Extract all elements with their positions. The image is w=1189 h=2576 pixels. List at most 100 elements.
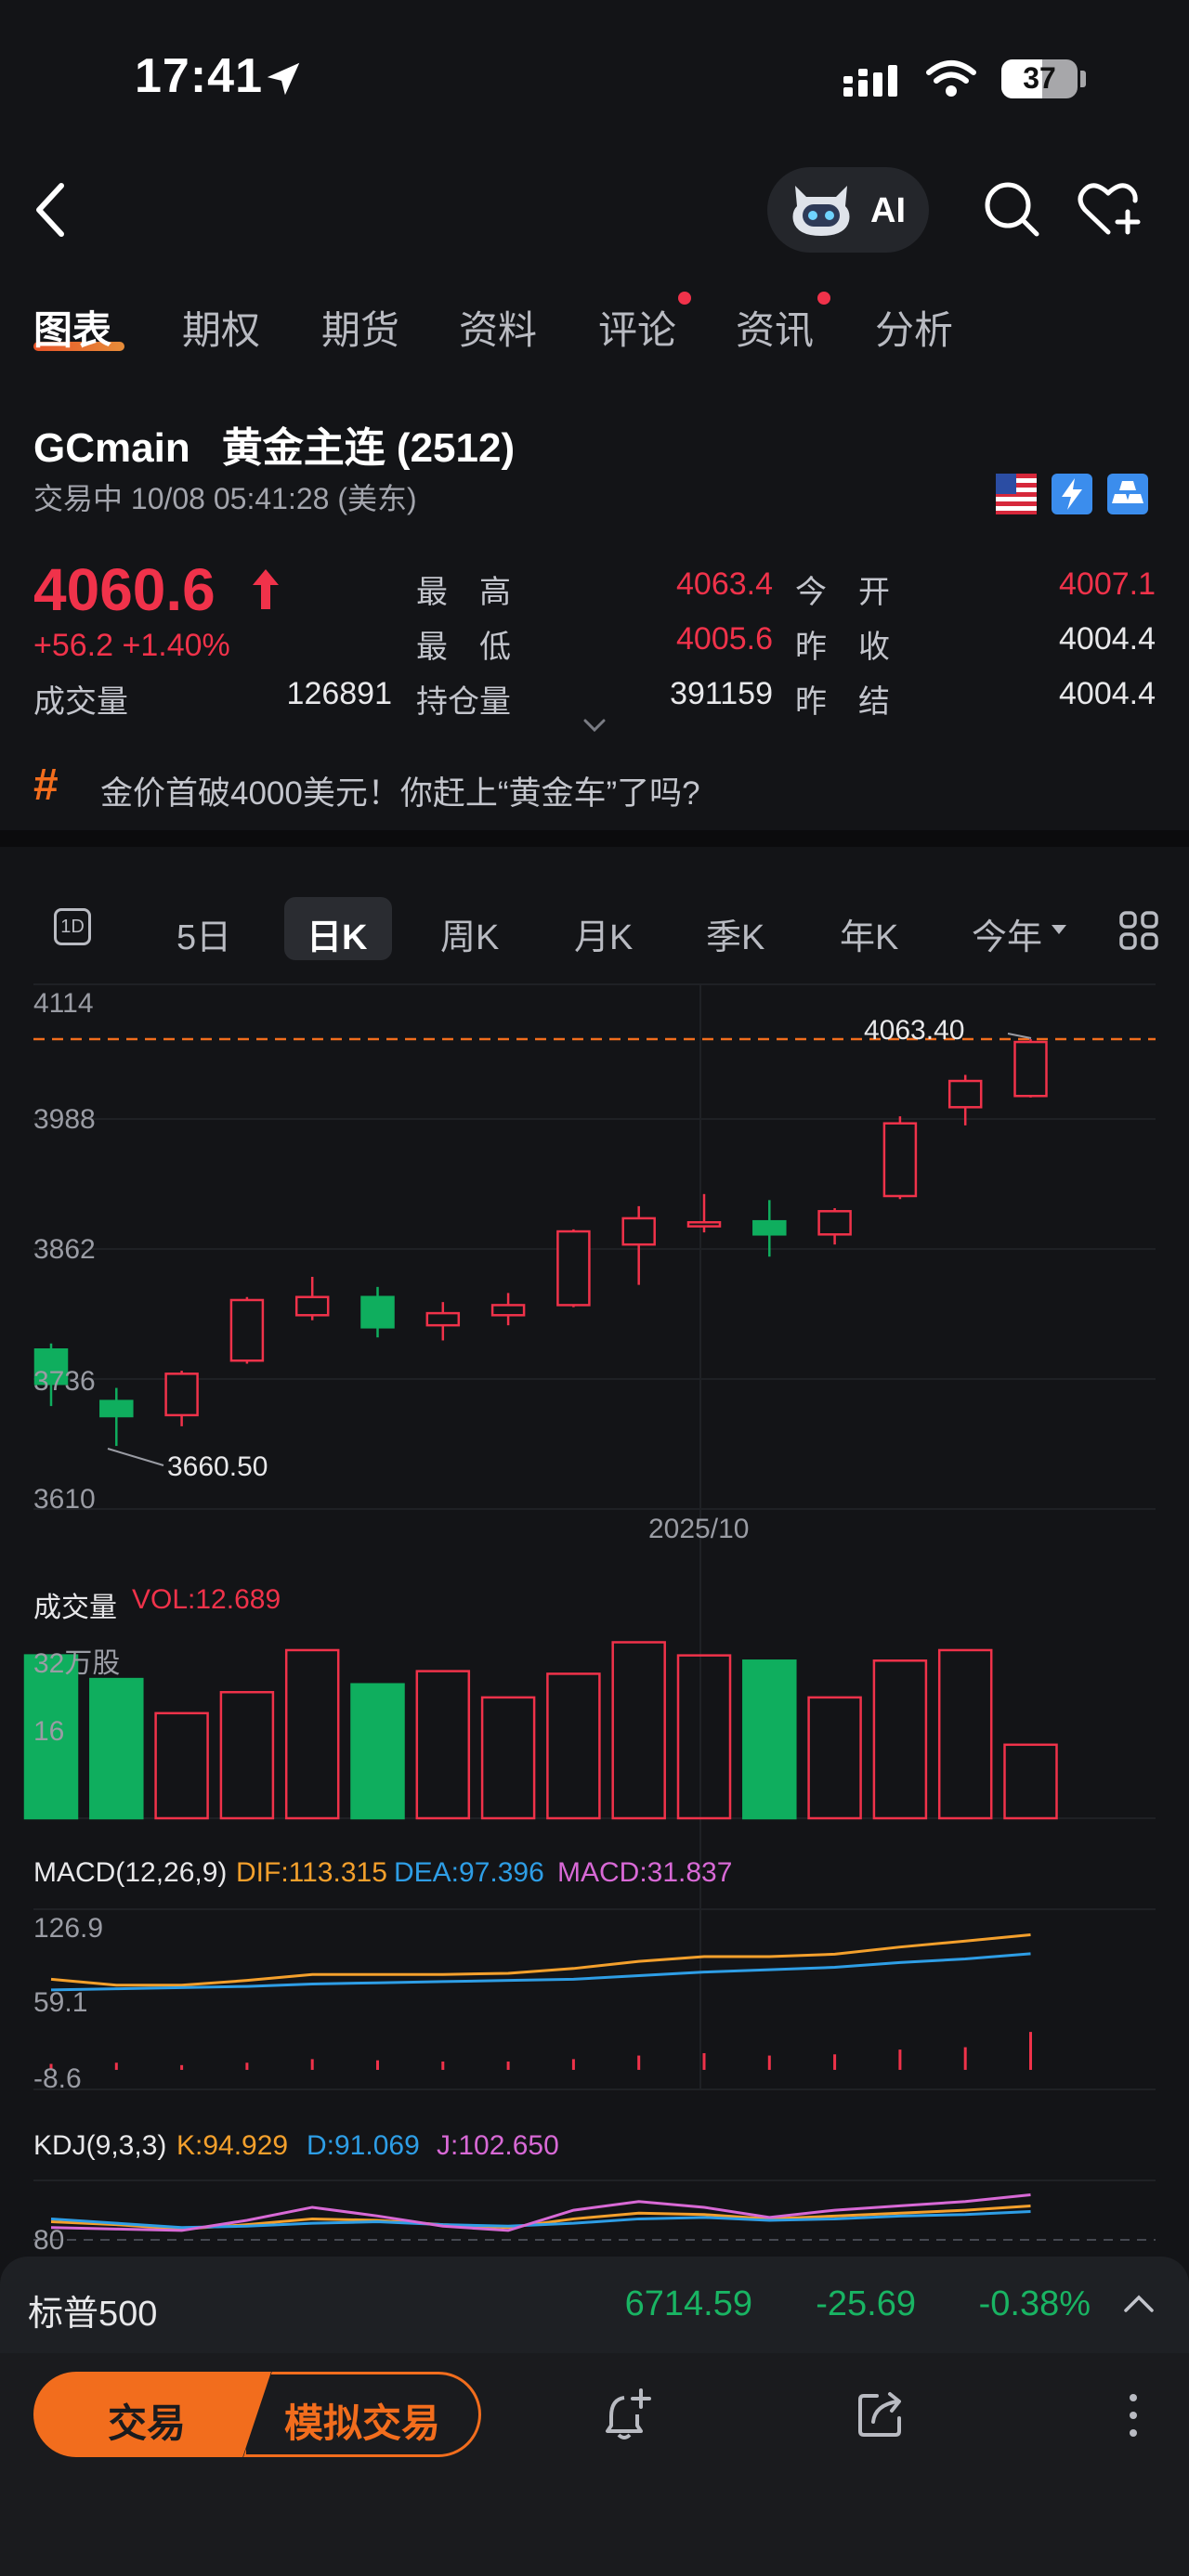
location-icon <box>267 62 300 96</box>
volume-bar <box>154 1711 209 1820</box>
index-value: 6714.59 <box>624 2284 752 2323</box>
tab-profile[interactable]: 资料 <box>459 299 537 356</box>
y-tick-4114: 4114 <box>33 988 94 1019</box>
kdj-d-value: D:91.069 <box>307 2130 420 2161</box>
period-daily-k[interactable]: 日K <box>307 908 367 959</box>
expand-chevron-icon[interactable] <box>581 717 608 734</box>
price-alert-bell-icon[interactable] <box>604 2388 652 2440</box>
instrument-symbol: GCmain <box>33 425 190 471</box>
grid-layout-icon[interactable] <box>1118 910 1159 951</box>
candle-body <box>99 1399 134 1418</box>
period-quarterly-k[interactable]: 季K <box>706 908 764 959</box>
macd-histogram <box>49 2032 1032 2070</box>
candle-body <box>621 1216 656 1246</box>
period-ytd[interactable]: 今年 <box>972 908 1042 959</box>
price-change: +56.2 +1.40% <box>33 628 230 664</box>
prev-close-value: 4004.4 <box>1059 621 1156 657</box>
macd-dif-line <box>50 1932 1031 1987</box>
topic-hash-icon: # <box>33 761 59 810</box>
candlestick-series <box>33 1039 1048 1447</box>
news-headline[interactable]: 金价首破4000美元！你赶上“黄金车”了吗? <box>100 767 700 814</box>
volume-bar <box>937 1648 993 1820</box>
candle-body <box>229 1298 265 1362</box>
back-arrow-icon[interactable] <box>32 182 69 238</box>
y-tick-3736: 3736 <box>33 1366 96 1397</box>
expand-up-chevron-icon[interactable] <box>1122 2292 1156 2314</box>
prev-close-label: 昨 收 <box>795 630 890 665</box>
candle-body <box>882 1122 918 1198</box>
news-notification-dot <box>817 292 830 305</box>
simulated-trade-label: 模拟交易 <box>284 2401 441 2445</box>
volume-bar <box>611 1641 666 1820</box>
battery-level: 37 <box>1023 61 1056 95</box>
ai-robot-icon <box>792 186 850 236</box>
index-name: 标普500 <box>28 2295 158 2334</box>
period-1d[interactable]: 1D <box>54 908 91 945</box>
period-yearly-k[interactable]: 年K <box>840 908 898 959</box>
volume-y-mid: 16 <box>33 1716 65 1747</box>
tab-options[interactable]: 期权 <box>182 299 260 356</box>
candle-body <box>556 1229 591 1307</box>
max-price-label: 4063.40 <box>864 1015 965 1046</box>
volume-y-top: 32万股 <box>33 1648 121 1679</box>
more-options-icon[interactable] <box>1126 2392 1141 2439</box>
candle-body <box>425 1311 461 1327</box>
period-5day[interactable]: 5日 <box>176 908 231 959</box>
macd-lines <box>50 1932 1031 1992</box>
search-icon[interactable] <box>983 180 1040 238</box>
low-value: 4005.6 <box>676 621 773 657</box>
open-interest-value: 391159 <box>670 676 773 711</box>
tab-analysis[interactable]: 分析 <box>875 299 953 356</box>
open-interest-label: 持仓量 <box>416 684 511 720</box>
prev-settle-value: 4004.4 <box>1059 676 1156 711</box>
volume-bar <box>480 1696 536 1820</box>
price-change-abs: +56.2 <box>33 628 114 663</box>
volume-bar <box>807 1696 862 1820</box>
index-change: -25.69 <box>816 2284 916 2323</box>
macd-y-tick-bottom: -8.6 <box>33 2063 82 2094</box>
high-label: 最 高 <box>416 575 511 610</box>
trade-button-label: 交易 <box>108 2401 187 2445</box>
trading-status: 交易中 10/08 05:41:28 (美东) <box>33 482 417 515</box>
candle-body <box>490 1304 526 1317</box>
volume-bar <box>872 1659 928 1820</box>
volume-panel-title: 成交量 <box>33 1593 117 1623</box>
volume-label: 成交量 <box>33 684 128 720</box>
tab-news[interactable]: 资讯 <box>736 299 814 356</box>
kdj-lines <box>50 2192 1031 2232</box>
volume-bar <box>676 1654 732 1820</box>
candle-body <box>752 1219 787 1236</box>
macd-macd-value: MACD:31.837 <box>557 1857 733 1888</box>
index-change-pct: -0.38% <box>978 2284 1091 2323</box>
candle-body <box>817 1210 852 1236</box>
tab-chart[interactable]: 图表 <box>33 299 111 356</box>
battery-indicator: 37 <box>1001 59 1078 98</box>
tab-futures[interactable]: 期货 <box>321 299 399 356</box>
period-weekly-k[interactable]: 周K <box>440 908 499 959</box>
price-change-pct: +1.40% <box>122 628 230 663</box>
candle-body <box>360 1295 395 1329</box>
stock-chart[interactable] <box>0 975 1189 2257</box>
share-icon[interactable] <box>856 2390 905 2439</box>
battery-tip <box>1080 71 1086 87</box>
macd-y-tick-top: 126.9 <box>33 1913 104 1944</box>
prev-settle-label: 昨 结 <box>795 684 890 720</box>
kdj-k-value: K:94.929 <box>176 2130 289 2161</box>
volume-bar <box>546 1672 601 1820</box>
open-value: 4007.1 <box>1059 566 1156 602</box>
volume-panel-value: VOL:12.689 <box>132 1584 281 1615</box>
cellular-signal-icon <box>843 65 897 97</box>
instrument-name: 黄金主连 (2512) <box>221 425 516 471</box>
comments-notification-dot <box>678 292 691 305</box>
period-monthly-k[interactable]: 月K <box>574 908 633 959</box>
ai-label: AI <box>870 191 906 230</box>
volume-bars <box>23 1641 1058 1820</box>
price-up-arrow-icon <box>253 569 279 609</box>
low-label: 最 低 <box>416 630 511 665</box>
volume-bar <box>742 1659 797 1820</box>
volume-bar <box>89 1677 144 1820</box>
candle-body <box>686 1221 722 1228</box>
watchlist-add-icon[interactable] <box>1078 180 1144 238</box>
tab-comments[interactable]: 评论 <box>598 299 676 356</box>
instrument-title: GCmain 黄金主连 (2512) <box>33 414 515 474</box>
